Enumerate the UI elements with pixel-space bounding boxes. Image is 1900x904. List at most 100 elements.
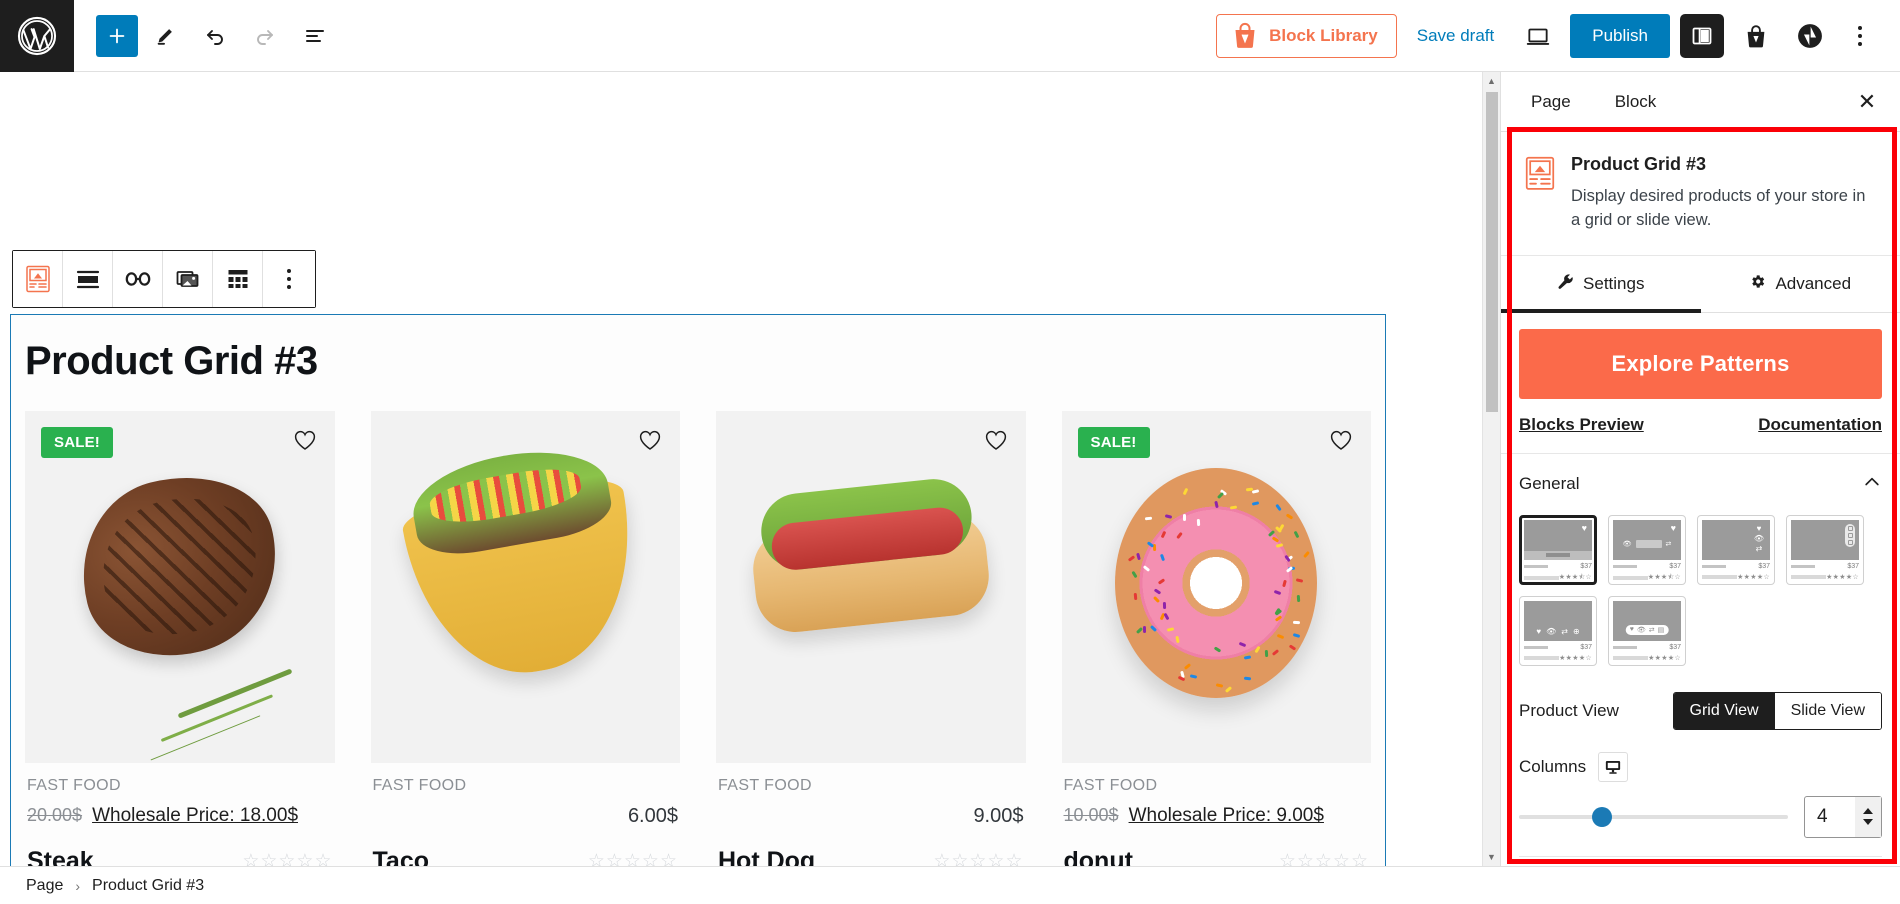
scroll-down-arrow-icon[interactable]: ▼ xyxy=(1483,848,1501,866)
tab-advanced[interactable]: Advanced xyxy=(1701,256,1900,312)
product-price-row: 20.00$ Wholesale Price: 18.00$ xyxy=(27,805,333,831)
settings-sidebar-toggle-button[interactable] xyxy=(1680,14,1724,58)
product-image[interactable] xyxy=(716,411,1026,763)
product-category: FAST FOOD xyxy=(718,777,1024,795)
product-name[interactable]: Hot Dog xyxy=(718,847,815,866)
tab-page[interactable]: Page xyxy=(1509,73,1593,131)
product-rating-stars[interactable]: ☆☆☆☆☆ xyxy=(1279,850,1369,866)
documentation-link[interactable]: Documentation xyxy=(1758,415,1882,435)
product-image[interactable]: SALE! xyxy=(1062,411,1372,763)
product-price-row: 6.00$ xyxy=(373,805,679,831)
selected-block-product-grid[interactable]: Product Grid #3 SALE! FAST FOOD 20.00$ W… xyxy=(10,314,1386,866)
edit-tool-button[interactable] xyxy=(142,13,188,59)
columns-slider[interactable] xyxy=(1519,807,1788,827)
product-name[interactable]: donut xyxy=(1064,847,1133,866)
kebab-dot xyxy=(1858,34,1862,38)
layout-price-label: $37 xyxy=(1669,563,1681,570)
blocks-preview-link[interactable]: Blocks Preview xyxy=(1519,415,1644,435)
slider-knob[interactable] xyxy=(1592,807,1612,827)
product-rating-stars[interactable]: ☆☆☆☆☆ xyxy=(242,850,332,866)
product-name[interactable]: Taco xyxy=(373,847,430,866)
compare-icon: ⇄ xyxy=(1561,627,1568,636)
editor-canvas[interactable]: Product Grid #3 SALE! FAST FOOD 20.00$ W… xyxy=(0,72,1482,866)
grid-icon[interactable] xyxy=(213,251,263,307)
kebab-dot xyxy=(1858,26,1862,30)
product-wholesale-price: Wholesale Price: 18.00$ xyxy=(92,805,298,827)
product-rating-stars[interactable]: ☆☆☆☆☆ xyxy=(933,850,1023,866)
product-info: FAST FOOD 10.00$ Wholesale Price: 9.00$ … xyxy=(1062,763,1372,866)
layout-stars: ★★★⯪☆ xyxy=(1559,573,1592,584)
layout-price-label: $37 xyxy=(1580,644,1592,651)
layout-option-6[interactable]: ♥ 👁 ⇄ ▤ $37 ★★★★☆ xyxy=(1608,596,1686,666)
product-name[interactable]: Steak xyxy=(27,847,94,866)
breadcrumb-item-block[interactable]: Product Grid #3 xyxy=(92,877,204,895)
product-rating-stars[interactable]: ☆☆☆☆☆ xyxy=(588,850,678,866)
product-old-price: 10.00$ xyxy=(1064,805,1119,826)
columns-number-input[interactable] xyxy=(1804,796,1882,838)
kebab-dot xyxy=(1858,42,1862,46)
scroll-up-arrow-icon[interactable]: ▲ xyxy=(1483,72,1501,90)
undo-button[interactable] xyxy=(192,13,238,59)
product-info: FAST FOOD 9.00$ Hot Dog ☆☆☆☆☆ xyxy=(716,763,1026,866)
block-more-options-button[interactable] xyxy=(263,251,315,307)
jetpack-icon-button[interactable] xyxy=(1788,14,1832,58)
document-overview-button[interactable] xyxy=(292,13,338,59)
layout-option-2[interactable]: ♥ 👁 ⇄ $37 ★★★⯪☆ xyxy=(1608,515,1686,585)
layout-stars: ★★★★☆ xyxy=(1648,654,1681,662)
product-card[interactable]: FAST FOOD 6.00$ Taco ☆☆☆☆☆ xyxy=(371,411,681,866)
layout-option-4[interactable]: $37 ★★★★☆ xyxy=(1786,515,1864,585)
page-title: Product Grid #3 xyxy=(11,315,1385,383)
publish-button[interactable]: Publish xyxy=(1570,14,1670,58)
link-icon[interactable] xyxy=(113,251,163,307)
heart-icon: ♥ xyxy=(1671,524,1676,533)
product-category: FAST FOOD xyxy=(27,777,333,795)
cart-pill xyxy=(1636,540,1662,548)
explore-patterns-button[interactable]: Explore Patterns xyxy=(1519,329,1882,399)
more-options-button[interactable] xyxy=(1840,14,1880,58)
general-section-header[interactable]: General xyxy=(1501,454,1900,515)
product-info: FAST FOOD 20.00$ Wholesale Price: 18.00$… xyxy=(25,763,335,866)
grid-view-button[interactable]: Grid View xyxy=(1674,693,1775,729)
stepper-up-icon[interactable] xyxy=(1863,808,1873,814)
breadcrumb-item-page[interactable]: Page xyxy=(26,877,63,895)
columns-value-input[interactable] xyxy=(1805,806,1853,828)
layout-option-3[interactable]: ♥ 👁 ⇄ $37 ★★★★☆ xyxy=(1697,515,1775,585)
product-grid-icon[interactable] xyxy=(13,251,63,307)
wordpress-logo-icon[interactable] xyxy=(0,0,74,72)
product-card[interactable]: SALE! FAST FOOD 20.00$ Wholesale Price: … xyxy=(25,411,335,866)
product-image[interactable] xyxy=(371,411,681,763)
product-category: FAST FOOD xyxy=(1064,777,1370,795)
columns-stepper[interactable] xyxy=(1855,797,1881,837)
block-library-button[interactable]: Block Library xyxy=(1216,14,1397,58)
add-block-button[interactable] xyxy=(96,15,138,57)
canvas-scrollbar[interactable]: ▲ ▼ xyxy=(1482,72,1500,866)
product-image[interactable]: SALE! xyxy=(25,411,335,763)
close-sidebar-button[interactable]: ✕ xyxy=(1850,85,1884,119)
product-price: 6.00$ xyxy=(628,805,678,828)
layout-price-label: $37 xyxy=(1758,563,1770,570)
gallery-icon[interactable] xyxy=(163,251,213,307)
desktop-icon[interactable] xyxy=(1598,752,1628,782)
tab-settings[interactable]: Settings xyxy=(1501,256,1701,312)
product-category: FAST FOOD xyxy=(373,777,679,795)
layout-option-1[interactable]: ♥ $37 ★★★⯪☆ xyxy=(1519,515,1597,585)
explore-patterns-section: Explore Patterns xyxy=(1501,313,1900,399)
action-stack xyxy=(1845,524,1855,547)
product-old-price: 20.00$ xyxy=(27,805,82,826)
save-draft-button[interactable]: Save draft xyxy=(1397,14,1515,58)
cart-icon: ▤ xyxy=(1658,626,1665,634)
preview-button[interactable] xyxy=(1514,14,1562,58)
scrollbar-thumb[interactable] xyxy=(1486,92,1498,412)
stepper-down-icon[interactable] xyxy=(1863,819,1873,825)
tab-block[interactable]: Block xyxy=(1593,73,1679,131)
align-full-icon[interactable] xyxy=(63,251,113,307)
product-card[interactable]: FAST FOOD 9.00$ Hot Dog ☆☆☆☆☆ xyxy=(716,411,1026,866)
layout-option-5[interactable]: ♥ 👁 ⇄ ⊕ $37 ★★★★☆ xyxy=(1519,596,1597,666)
slide-view-button[interactable]: Slide View xyxy=(1775,693,1881,729)
shop-icon-button[interactable] xyxy=(1734,14,1778,58)
sidebar-tabs: Page Block ✕ xyxy=(1501,72,1900,132)
redo-button[interactable] xyxy=(242,13,288,59)
product-card[interactable]: SALE! FAST FOOD 10.00$ Wholesale Price: … xyxy=(1062,411,1372,866)
chevron-up-icon[interactable] xyxy=(1862,472,1882,497)
donut-photo xyxy=(1083,436,1349,739)
